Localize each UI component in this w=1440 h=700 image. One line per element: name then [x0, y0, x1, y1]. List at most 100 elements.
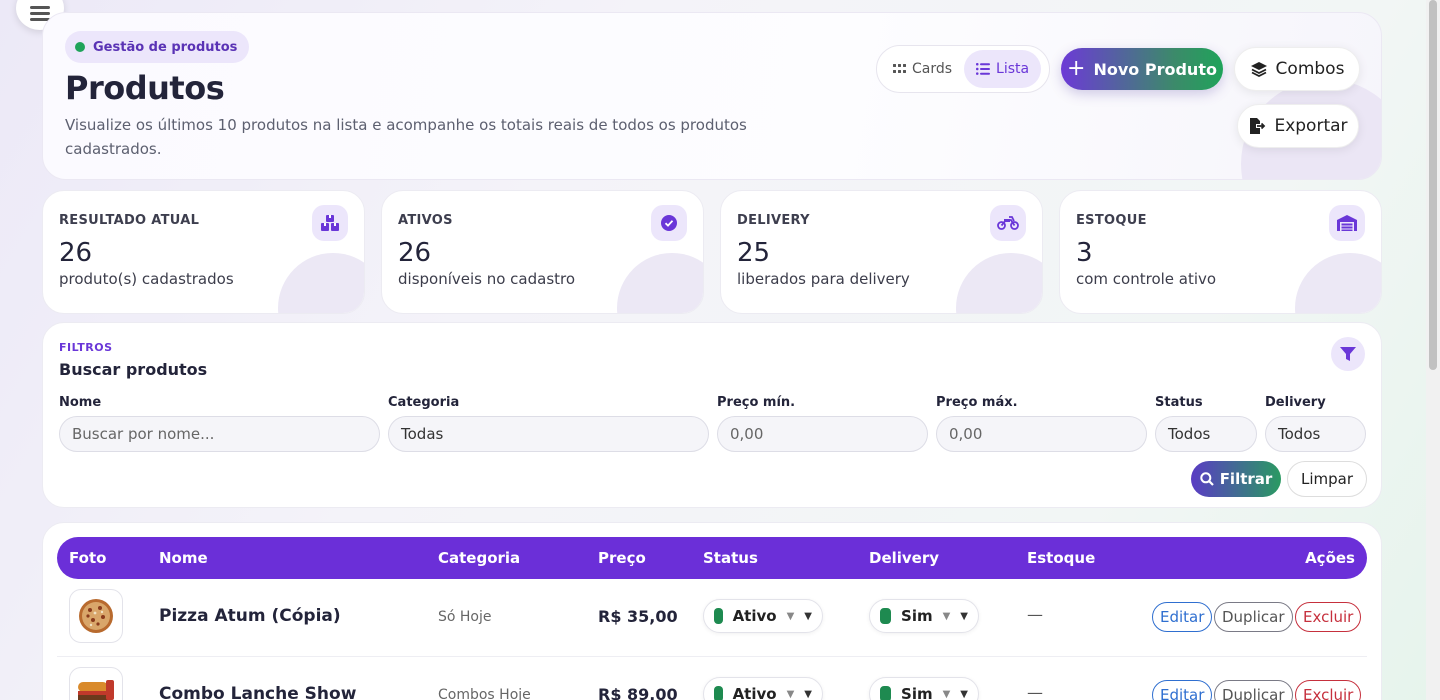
caret-down-icon: ▼ — [942, 688, 951, 700]
preco-max-input[interactable]: 0,00 — [936, 416, 1147, 452]
status-color-indicator — [714, 608, 723, 624]
caret-down-icon: ▼ — [786, 688, 795, 700]
export-label: Exportar — [1274, 116, 1348, 136]
chevron-down-icon: ▼ — [804, 610, 812, 622]
filters-card: FILTROS Buscar produtos Nome Buscar por … — [42, 322, 1382, 508]
warehouse-icon — [1329, 205, 1365, 241]
delete-button[interactable]: Excluir — [1295, 680, 1362, 700]
filter-nome: Nome Buscar por nome... — [59, 395, 380, 452]
new-product-button[interactable]: + Novo Produto — [1061, 48, 1223, 90]
status-dot-icon — [75, 42, 85, 52]
filters-kicker: FILTROS — [59, 341, 113, 354]
header-nome: Nome — [159, 549, 208, 567]
header-foto: Foto — [69, 549, 107, 567]
table-row: Combo Lanche Show Combos Hoje R$ 89,00 A… — [57, 657, 1367, 700]
status-color-indicator — [714, 686, 723, 700]
preco-min-input[interactable]: 0,00 — [717, 416, 928, 452]
boxes-icon — [312, 205, 348, 241]
header-estoque: Estoque — [1027, 549, 1096, 567]
pizza-image — [79, 599, 113, 633]
delivery-label: Delivery — [1265, 395, 1326, 410]
chevron-down-icon: ▼ — [804, 688, 812, 700]
table-row: Pizza Atum (Cópia) Só Hoje R$ 35,00 Ativ… — [57, 579, 1367, 657]
hamburger-icon — [30, 6, 50, 21]
funnel-icon[interactable] — [1331, 337, 1365, 371]
header-status: Status — [703, 549, 758, 567]
status-label: Status — [1155, 395, 1203, 410]
status-value: Ativo — [732, 607, 777, 625]
stat-card-resultado: RESULTADO ATUAL 26 produto(s) cadastrado… — [42, 190, 365, 314]
view-mode-toggle: Cards Lista — [876, 45, 1050, 93]
filter-delivery: Delivery Todos — [1265, 395, 1366, 452]
categoria-label: Categoria — [388, 395, 460, 410]
duplicate-button[interactable]: Duplicar — [1214, 602, 1293, 632]
product-stock: — — [1027, 683, 1043, 700]
filter-button[interactable]: Filtrar — [1191, 461, 1281, 497]
search-icon — [1199, 472, 1214, 486]
status-dropdown[interactable]: Ativo ▼ ▼ — [703, 677, 823, 700]
check-circle-icon — [651, 205, 687, 241]
status-value: Ativo — [732, 685, 777, 700]
clear-filters-button[interactable]: Limpar — [1287, 461, 1367, 497]
caret-down-icon: ▼ — [786, 610, 795, 622]
stat-label: ATIVOS — [398, 213, 453, 228]
filter-preco-max: Preço máx. 0,00 — [936, 395, 1147, 452]
burger-combo-image — [78, 680, 114, 700]
plus-icon: + — [1067, 56, 1086, 81]
export-button[interactable]: Exportar — [1237, 104, 1359, 148]
duplicate-button[interactable]: Duplicar — [1214, 680, 1293, 700]
filter-preco-min: Preço mín. 0,00 — [717, 395, 928, 452]
stat-card-ativos: ATIVOS 26 disponíveis no cadastro — [381, 190, 704, 314]
filters-title: Buscar produtos — [59, 360, 208, 379]
grid-icon — [893, 64, 906, 73]
list-icon — [976, 63, 991, 75]
delivery-dropdown[interactable]: Sim ▼ ▼ — [869, 599, 979, 633]
stat-card-delivery: DELIVERY 25 liberados para delivery — [720, 190, 1043, 314]
chevron-down-icon: ▼ — [960, 688, 968, 700]
edit-button[interactable]: Editar — [1152, 680, 1213, 700]
view-list-label: Lista — [996, 61, 1030, 77]
delivery-select[interactable]: Todos — [1265, 416, 1366, 452]
nome-search-input[interactable]: Buscar por nome... — [59, 416, 380, 452]
product-name: Combo Lanche Show — [159, 684, 357, 700]
view-cards-label: Cards — [912, 61, 953, 77]
view-cards-button[interactable]: Cards — [881, 50, 964, 88]
preco-min-label: Preço mín. — [717, 395, 796, 410]
file-export-icon — [1250, 118, 1266, 134]
combos-button[interactable]: Combos — [1234, 47, 1360, 91]
combos-label: Combos — [1275, 59, 1345, 79]
delete-button[interactable]: Excluir — [1295, 602, 1362, 632]
status-select[interactable]: Todos — [1155, 416, 1257, 452]
stat-label: ESTOQUE — [1076, 213, 1147, 228]
header-categoria: Categoria — [438, 549, 521, 567]
product-category: Só Hoje — [438, 609, 492, 625]
stat-card-estoque: ESTOQUE 3 com controle ativo — [1059, 190, 1382, 314]
preco-max-label: Preço máx. — [936, 395, 1018, 410]
page-title: Produtos — [65, 69, 225, 107]
status-dropdown[interactable]: Ativo ▼ ▼ — [703, 599, 823, 633]
delivery-value: Sim — [901, 607, 933, 625]
chevron-down-icon: ▼ — [960, 610, 968, 622]
product-category: Combos Hoje — [438, 687, 531, 700]
categoria-select[interactable]: Todas — [388, 416, 709, 452]
stat-label: DELIVERY — [737, 213, 810, 228]
view-list-button[interactable]: Lista — [964, 50, 1042, 88]
products-table: Foto Nome Categoria Preço Status Deliver… — [42, 522, 1382, 700]
edit-button[interactable]: Editar — [1152, 602, 1213, 632]
scrollbar-thumb[interactable] — [1429, 0, 1437, 370]
product-price: R$ 35,00 — [598, 607, 678, 626]
delivery-color-indicator — [880, 608, 892, 624]
page-scrollbar[interactable] — [1426, 0, 1440, 700]
filter-button-label: Filtrar — [1219, 470, 1273, 488]
layers-icon — [1250, 62, 1267, 77]
product-name: Pizza Atum (Cópia) — [159, 606, 341, 626]
badge-label: Gestão de produtos — [93, 39, 238, 55]
page-description: Visualize os últimos 10 produtos na list… — [65, 116, 747, 158]
delivery-value: Sim — [901, 685, 933, 700]
header-delivery: Delivery — [869, 549, 940, 567]
product-stock: — — [1027, 605, 1043, 624]
product-photo — [69, 589, 123, 643]
delivery-dropdown[interactable]: Sim ▼ ▼ — [869, 677, 979, 700]
section-badge: Gestão de produtos — [65, 31, 250, 63]
table-header: Foto Nome Categoria Preço Status Deliver… — [57, 537, 1367, 579]
